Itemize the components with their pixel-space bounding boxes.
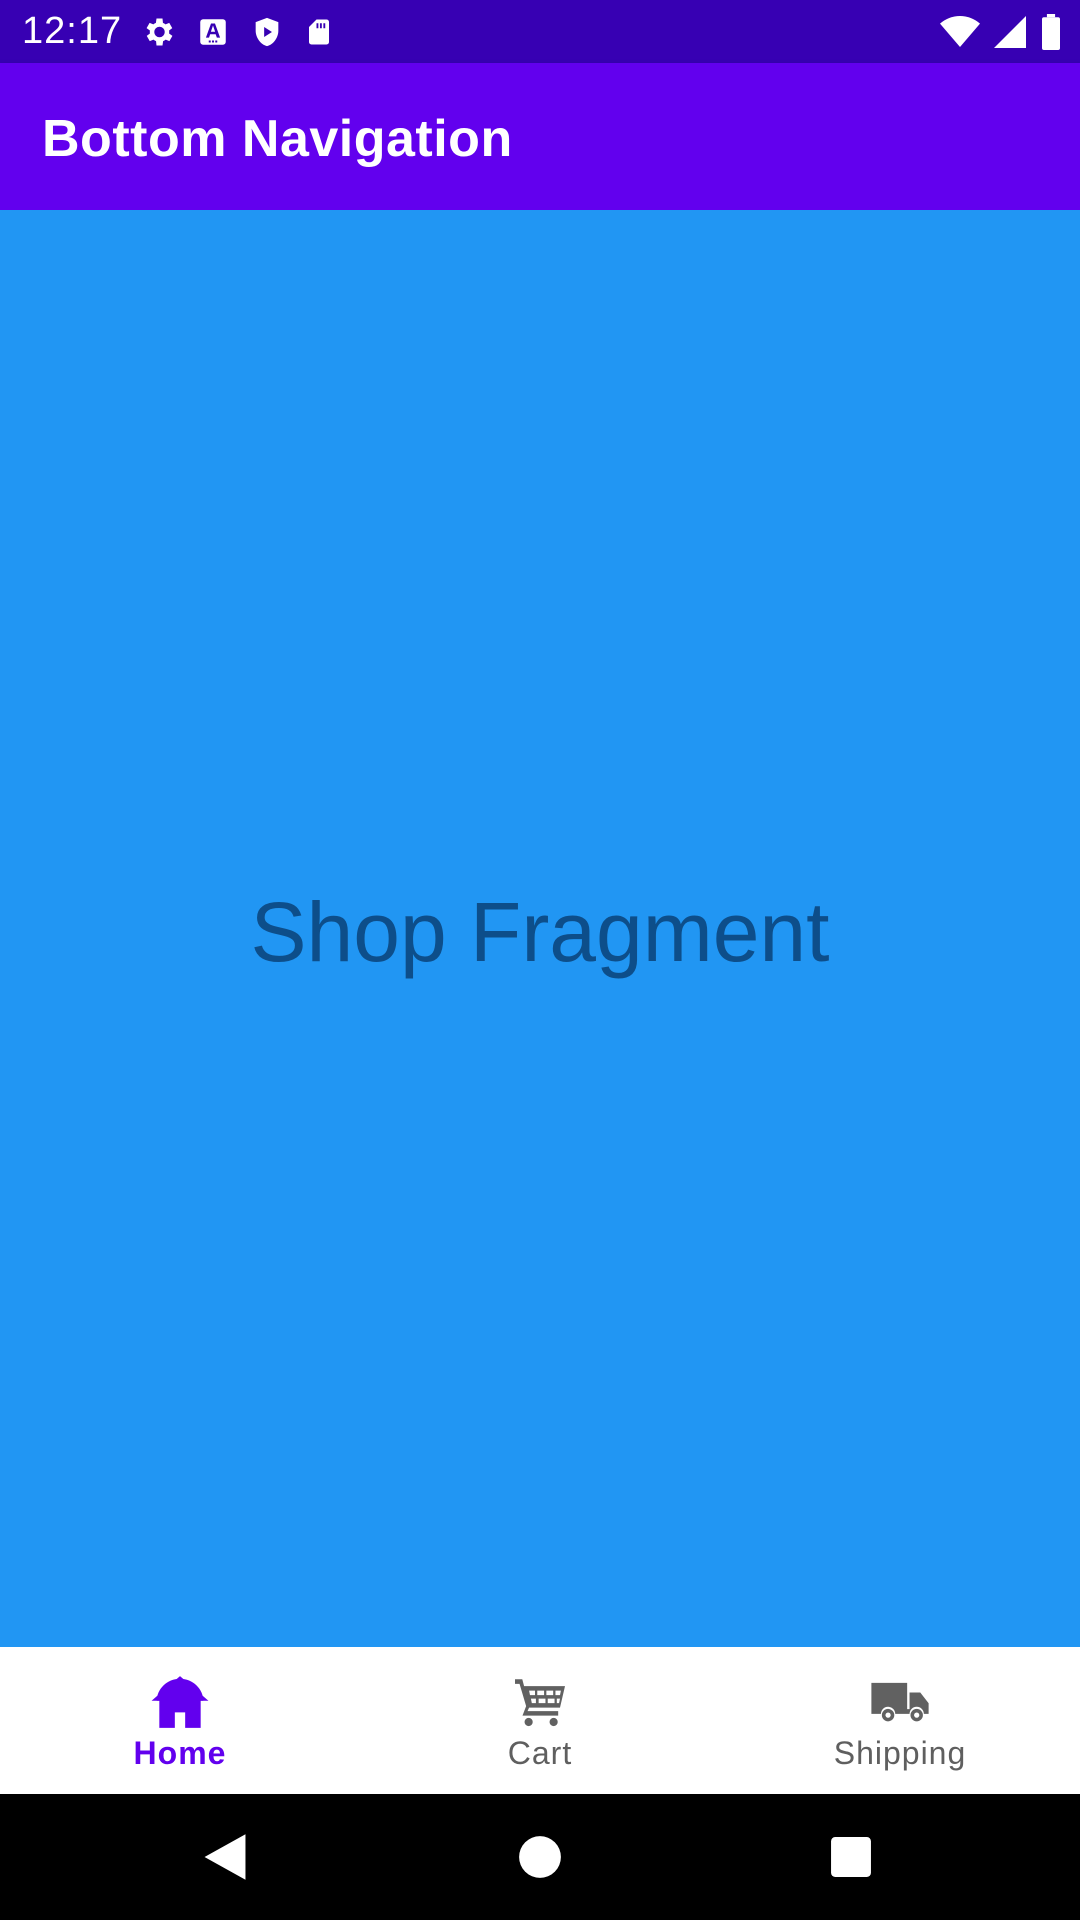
font-a-icon [196, 15, 230, 49]
nav-label-home: Home [133, 1735, 227, 1771]
nav-item-home[interactable]: Home [0, 1647, 360, 1794]
nav-item-cart[interactable]: Cart [360, 1647, 720, 1794]
status-icons-right [940, 12, 1062, 52]
sd-card-icon [304, 15, 334, 49]
home-circle-icon[interactable] [505, 1822, 575, 1892]
battery-icon [1040, 14, 1062, 50]
app-screen: 12:17 Bottom Navigation Shop Fragment Ho… [0, 0, 1080, 1920]
signal-icon [994, 15, 1026, 49]
bottom-navigation: Home Cart Shipping [0, 1647, 1080, 1794]
app-bar: Bottom Navigation [0, 63, 1080, 210]
home-icon [149, 1671, 211, 1733]
gear-icon [140, 14, 176, 50]
truck-icon [869, 1671, 931, 1733]
nav-label-cart: Cart [507, 1735, 573, 1771]
status-icons-left [140, 12, 334, 52]
fragment-container: Shop Fragment [0, 210, 1080, 1647]
shield-play-icon [250, 14, 284, 50]
system-navigation-bar [0, 1794, 1080, 1920]
wifi-icon [940, 15, 980, 49]
recents-icon[interactable] [816, 1822, 886, 1892]
fragment-label: Shop Fragment [250, 885, 830, 979]
nav-item-shipping[interactable]: Shipping [720, 1647, 1080, 1794]
back-icon[interactable] [190, 1822, 260, 1892]
app-title: Bottom Navigation [42, 110, 513, 168]
nav-label-shipping: Shipping [833, 1735, 967, 1771]
status-bar: 12:17 [0, 0, 1080, 63]
cart-icon [509, 1671, 571, 1733]
status-time: 12:17 [22, 10, 123, 52]
